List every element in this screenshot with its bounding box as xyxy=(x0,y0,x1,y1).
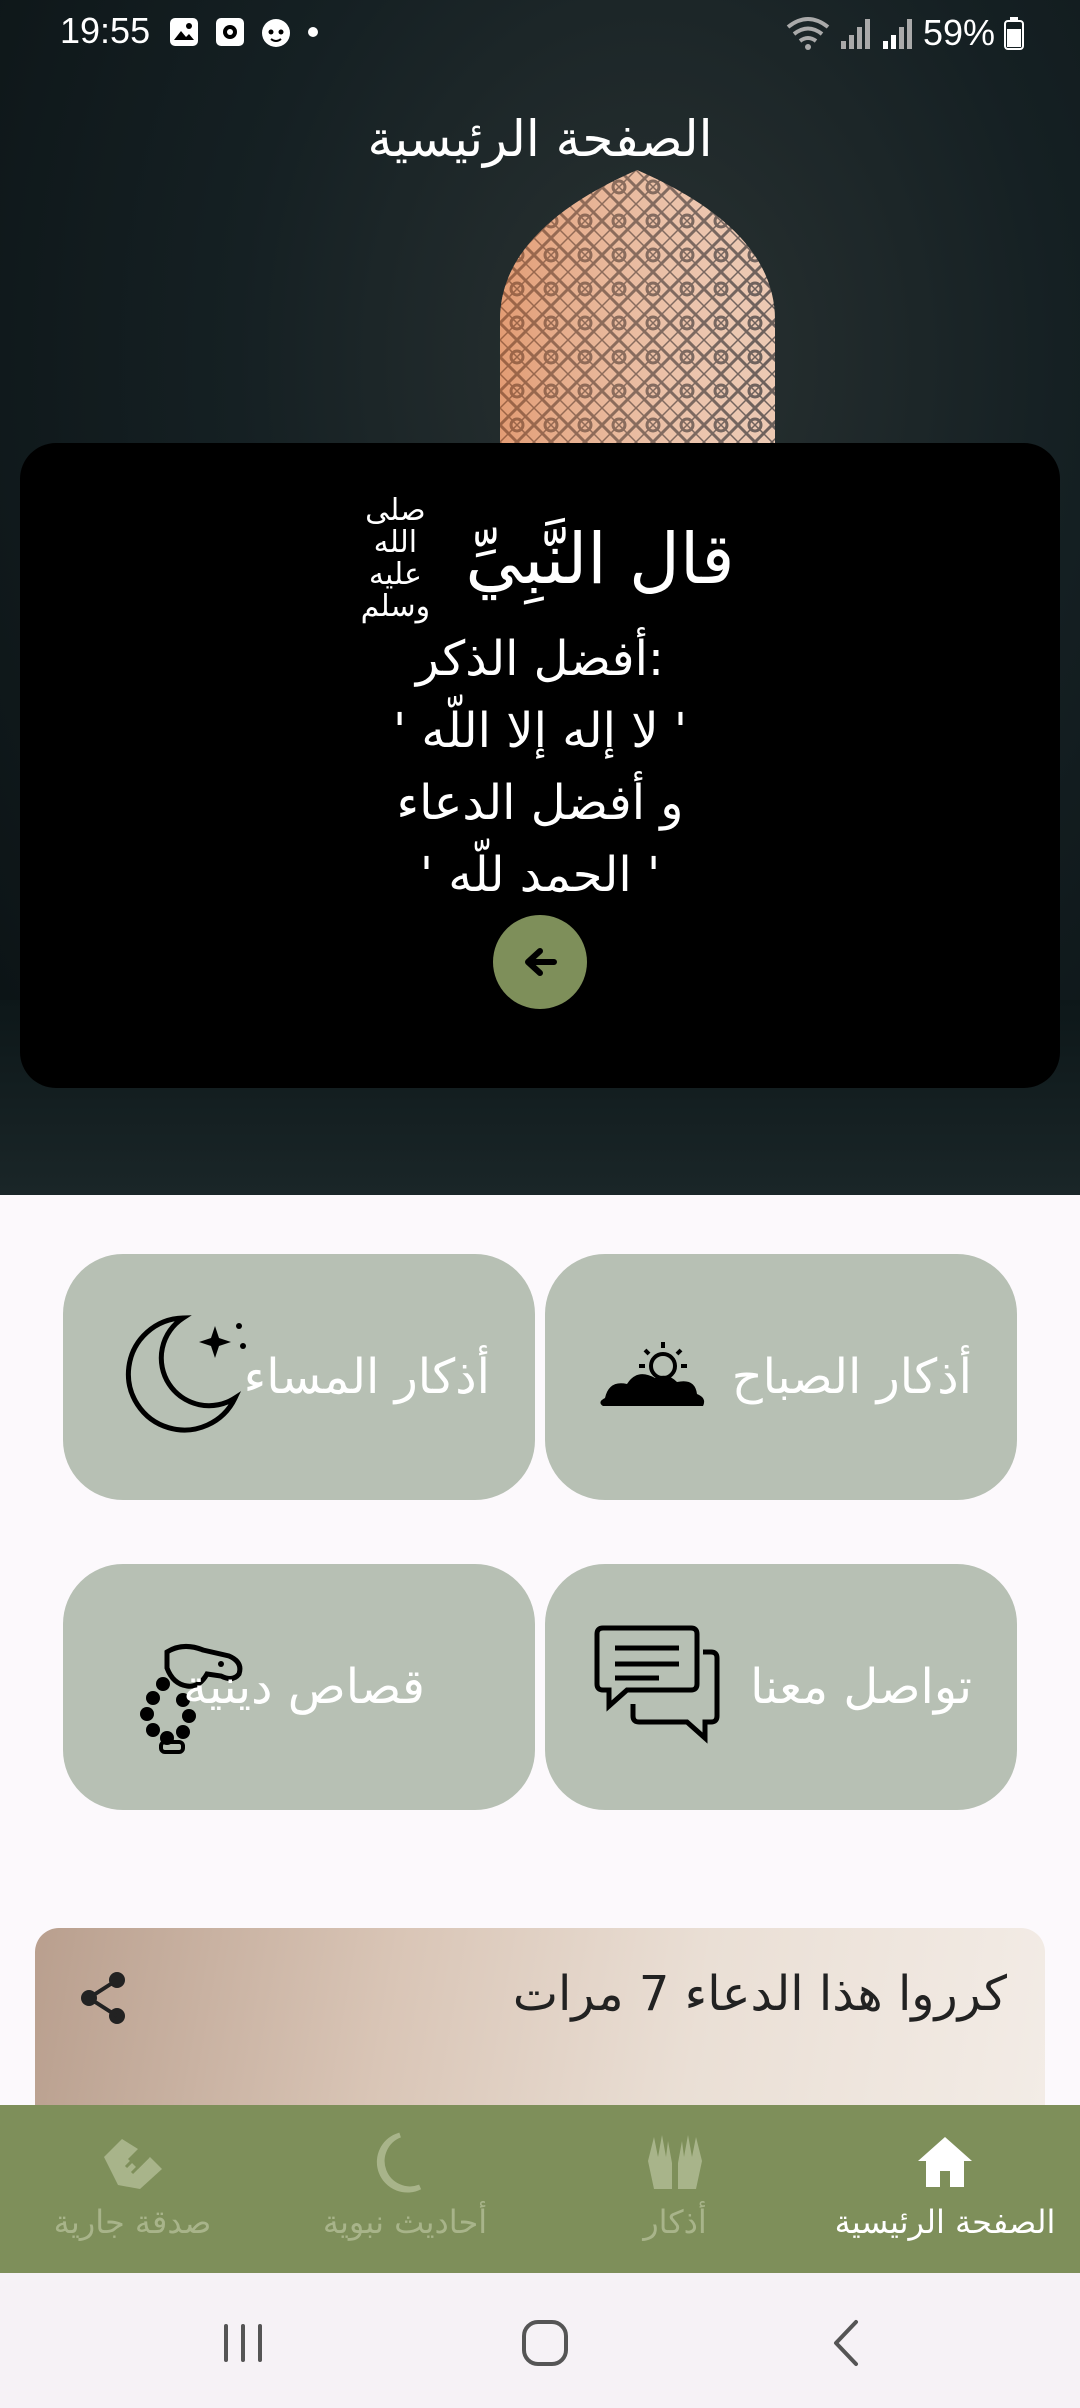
status-bar: 19:55 59% xyxy=(0,0,1080,70)
quote-line-4: ' الحمد للّه ' xyxy=(419,847,661,903)
mosque-window-image xyxy=(500,170,775,470)
nav-hadith[interactable]: أحاديث نبوية xyxy=(305,2105,505,2273)
dua-banner[interactable]: كرروا هذا الدعاء 7 مرات xyxy=(35,1928,1045,2128)
home-button-icon[interactable] xyxy=(510,2308,580,2378)
quote-heading: قال النَّبِيِّ صلى الله عليه وسلم xyxy=(20,495,1060,623)
quote-line-1: أفضل الذكر: xyxy=(415,631,665,687)
religious-stories-tile[interactable]: قصاص دينية xyxy=(63,1564,535,1810)
crescent-star-icon xyxy=(125,1315,246,1433)
wifi-icon xyxy=(786,17,830,50)
bottom-navigation: الصفحة الرئيسية أذكار أحاديث نبوية صدقة … xyxy=(0,2105,1080,2273)
system-navigation-bar xyxy=(0,2273,1080,2408)
nav-home-label: الصفحة الرئيسية xyxy=(834,2203,1056,2241)
quote-card: قال النَّبِيِّ صلى الله عليه وسلم أفضل ا… xyxy=(20,443,1060,1088)
evening-adhkar-tile[interactable]: أذكار المساء xyxy=(63,1254,535,1500)
nav-adhkar-label: أذكار xyxy=(643,2203,707,2241)
dua-banner-text: كرروا هذا الدعاء 7 مرات xyxy=(512,1966,1007,2022)
crescent-icon xyxy=(376,2132,422,2193)
honorific-text: صلى الله عليه وسلم xyxy=(360,493,431,624)
app-notification-icon xyxy=(216,18,244,46)
contact-us-label: تواصل معنا xyxy=(750,1659,972,1715)
next-quote-button[interactable] xyxy=(493,915,587,1009)
sunrise-cloud-icon xyxy=(600,1342,705,1406)
gallery-icon xyxy=(170,18,198,46)
contact-us-tile[interactable]: تواصل معنا xyxy=(545,1564,1017,1810)
more-notifications-dot-icon xyxy=(308,27,318,37)
morning-adhkar-tile[interactable]: أذكار الصباح xyxy=(545,1254,1017,1500)
religious-stories-label: قصاص دينية xyxy=(183,1659,425,1715)
nav-charity[interactable]: صدقة جارية xyxy=(40,2105,225,2273)
signal-2-icon xyxy=(882,19,912,49)
nav-charity-label: صدقة جارية xyxy=(53,2203,212,2241)
face-icon xyxy=(262,19,290,47)
morning-adhkar-label: أذكار الصباح xyxy=(731,1349,972,1405)
status-time: 19:55 xyxy=(60,10,151,51)
evening-adhkar-label: أذكار المساء xyxy=(243,1349,490,1405)
praying-hands-icon xyxy=(648,2135,702,2189)
battery-icon xyxy=(1004,17,1024,50)
signal-1-icon xyxy=(840,19,870,49)
chat-bubbles-icon xyxy=(594,1625,720,1744)
share-icon[interactable] xyxy=(73,1968,133,2028)
quote-line-2: ' لا إله إلا اللّه ' xyxy=(392,703,688,759)
nav-adhkar[interactable]: أذكار xyxy=(590,2105,760,2273)
battery-percent: 59% xyxy=(922,12,995,53)
handshake-icon xyxy=(103,2139,162,2189)
recent-apps-icon[interactable] xyxy=(208,2308,278,2378)
back-icon[interactable] xyxy=(812,2308,882,2378)
arrow-left-icon xyxy=(525,948,557,976)
notification-icons xyxy=(168,16,320,48)
nav-hadith-label: أحاديث نبوية xyxy=(322,2203,488,2241)
page-title: الصفحة الرئيسية xyxy=(367,110,713,168)
system-status-icons: 59% xyxy=(785,12,1025,54)
quote-heading-text: قال النَّبِيِّ xyxy=(465,518,735,600)
nav-home[interactable]: الصفحة الرئيسية xyxy=(820,2105,1070,2273)
home-icon xyxy=(918,2137,972,2187)
quote-line-3: و أفضل الدعاء xyxy=(396,775,684,831)
